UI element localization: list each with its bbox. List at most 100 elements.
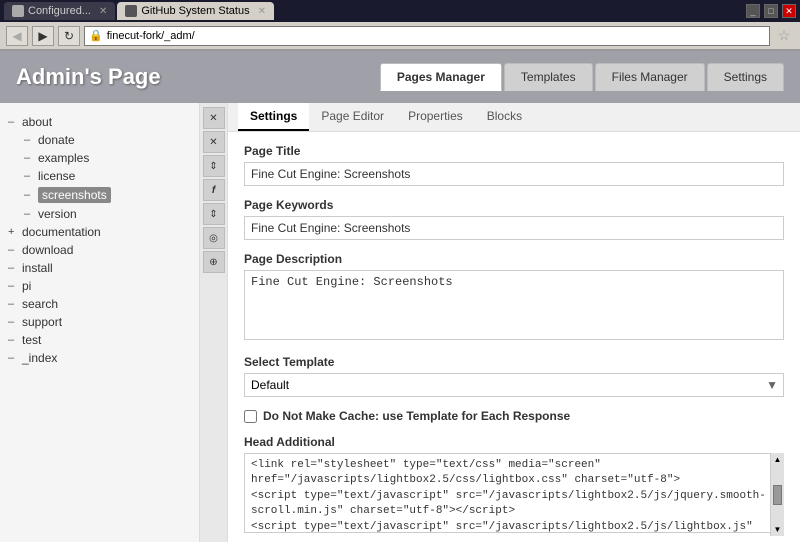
app-body: –about–donate–examples–license–screensho… [0, 103, 800, 542]
back-button[interactable]: ◀ [6, 26, 28, 46]
browser-tab-2[interactable]: GitHub System Status ✕ [117, 2, 274, 20]
page-title-input[interactable] [244, 162, 784, 186]
address-icon: 🔒 [89, 29, 103, 42]
page-description-label: Page Description [244, 252, 784, 266]
sidebar-item-version[interactable]: –version [8, 205, 191, 223]
cache-checkbox[interactable] [244, 410, 257, 423]
tab2-close[interactable]: ✕ [258, 6, 266, 17]
sub-tab-properties[interactable]: Properties [396, 103, 475, 131]
page-description-group: Page Description [244, 252, 784, 343]
tabs-container: Configured... ✕ GitHub System Status ✕ [4, 2, 274, 20]
content-toolbar: ✕ ✕ ⇕ f ⇕ ◎ ⊕ [200, 103, 228, 542]
sidebar-item-download[interactable]: –download [8, 241, 191, 259]
sidebar-item-screenshots[interactable]: –screenshots [8, 185, 191, 205]
address-text: finecut-fork/_adm/ [107, 30, 195, 42]
tree-label: search [22, 297, 58, 311]
tree-bullet: – [24, 152, 38, 164]
tree-bullet: – [8, 334, 22, 346]
tree-bullet: – [8, 298, 22, 310]
tree-label: support [22, 315, 62, 329]
checkbox-label: Do Not Make Cache: use Template for Each… [263, 409, 570, 423]
sub-tab-blocks[interactable]: Blocks [475, 103, 534, 131]
tree-bullet: + [8, 226, 22, 238]
toolbar-btn-6[interactable]: ◎ [203, 227, 225, 249]
tree-bullet: – [24, 208, 38, 220]
sidebar-item-_index[interactable]: –_index [8, 349, 191, 367]
scrollbar-down-btn[interactable]: ▼ [773, 525, 782, 534]
sidebar-item-search[interactable]: –search [8, 295, 191, 313]
main-tabs: Pages Manager Templates Files Manager Se… [380, 63, 784, 91]
head-additional-textarea[interactable] [244, 453, 784, 533]
tab2-label: GitHub System Status [141, 5, 249, 17]
forward-button[interactable]: ▶ [32, 26, 54, 46]
tree-label: documentation [22, 225, 101, 239]
tab1-close[interactable]: ✕ [99, 6, 107, 17]
tree-label: test [22, 333, 41, 347]
tree-label: donate [38, 133, 75, 147]
select-template-field[interactable]: Default [244, 373, 784, 397]
window-controls: _ □ ✕ [746, 4, 796, 18]
browser-tab-1[interactable]: Configured... ✕ [4, 2, 115, 20]
sub-tab-page-editor[interactable]: Page Editor [309, 103, 396, 131]
sub-tab-settings[interactable]: Settings [238, 103, 309, 131]
tab-settings[interactable]: Settings [707, 63, 784, 91]
sidebar-item-support[interactable]: –support [8, 313, 191, 331]
tree-label: license [38, 169, 75, 183]
tree-label: download [22, 243, 73, 257]
toolbar-btn-7[interactable]: ⊕ [203, 251, 225, 273]
scrollbar-thumb[interactable] [773, 485, 782, 505]
sidebar-item-test[interactable]: –test [8, 331, 191, 349]
tree-label: install [22, 261, 53, 275]
refresh-button[interactable]: ↻ [58, 26, 80, 46]
page-title-label: Page Title [244, 144, 784, 158]
tree-bullet: – [24, 134, 38, 146]
sidebar-item-documentation[interactable]: +documentation [8, 223, 191, 241]
page-keywords-input[interactable] [244, 216, 784, 240]
app-title: Admin's Page [16, 64, 161, 90]
tree-bullet: – [8, 262, 22, 274]
sidebar-item-license[interactable]: –license [8, 167, 191, 185]
maximize-button[interactable]: □ [764, 4, 778, 18]
tree-bullet: – [24, 170, 38, 182]
sidebar-item-examples[interactable]: –examples [8, 149, 191, 167]
tab2-icon [125, 5, 137, 17]
minimize-button[interactable]: _ [746, 4, 760, 18]
tab-files-manager[interactable]: Files Manager [595, 63, 705, 91]
tree-label: _index [22, 351, 57, 365]
bookmark-button[interactable]: ☆ [774, 26, 794, 46]
app-container: Admin's Page Pages Manager Templates Fil… [0, 51, 800, 542]
tree-bullet: – [8, 116, 22, 128]
tree-label: pi [22, 279, 31, 293]
tree-bullet: – [8, 352, 22, 364]
tree-bullet: – [24, 189, 38, 201]
tree-bullet: – [8, 316, 22, 328]
sidebar-item-about[interactable]: –about [8, 113, 191, 131]
head-additional-group: Head Additional ▲ ▼ [244, 435, 784, 536]
page-title-group: Page Title [244, 144, 784, 186]
select-template-group: Select Template Default ▼ [244, 355, 784, 397]
sidebar-item-pi[interactable]: –pi [8, 277, 191, 295]
toolbar-btn-2[interactable]: ✕ [203, 131, 225, 153]
sidebar-item-donate[interactable]: –donate [8, 131, 191, 149]
form-area: Page Title Page Keywords Page Descriptio… [228, 132, 800, 542]
sub-tabs: Settings Page Editor Properties Blocks [228, 103, 800, 132]
sidebar-item-install[interactable]: –install [8, 259, 191, 277]
page-description-textarea[interactable] [244, 270, 784, 340]
toolbar-btn-3[interactable]: ⇕ [203, 155, 225, 177]
main-content: Settings Page Editor Properties Blocks P… [228, 103, 800, 542]
tab1-label: Configured... [28, 5, 91, 17]
address-bar[interactable]: 🔒 finecut-fork/_adm/ [84, 26, 770, 46]
scrollbar-up-btn[interactable]: ▲ [773, 455, 782, 464]
select-wrapper: Default ▼ [244, 373, 784, 397]
checkbox-row: Do Not Make Cache: use Template for Each… [244, 409, 784, 423]
toolbar-btn-4[interactable]: f [203, 179, 225, 201]
browser-chrome: Configured... ✕ GitHub System Status ✕ _… [0, 0, 800, 51]
toolbar-btn-5[interactable]: ⇕ [203, 203, 225, 225]
tree-label: screenshots [38, 187, 111, 203]
toolbar-btn-1[interactable]: ✕ [203, 107, 225, 129]
tree-label: examples [38, 151, 89, 165]
tree-bullet: – [8, 244, 22, 256]
close-button[interactable]: ✕ [782, 4, 796, 18]
tab-pages-manager[interactable]: Pages Manager [380, 63, 502, 91]
tab-templates[interactable]: Templates [504, 63, 593, 91]
